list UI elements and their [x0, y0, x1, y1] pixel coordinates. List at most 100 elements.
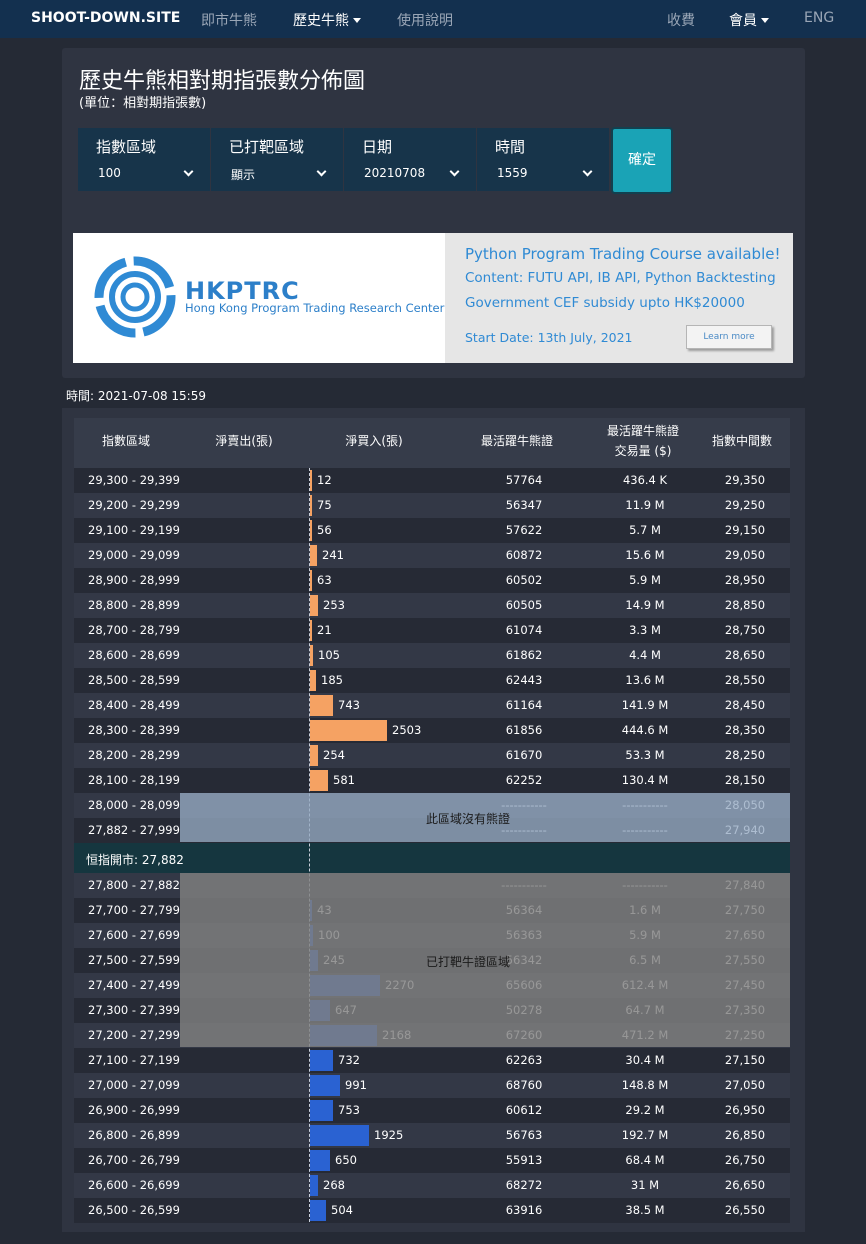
- cell-most-active: 60612: [505, 1103, 543, 1117]
- shot-zone-value: 顯示: [231, 168, 256, 182]
- cell-midpoint: 28,550: [724, 673, 766, 687]
- banner-brand-subtitle: Hong Kong Program Trading Research Cente…: [185, 301, 445, 315]
- cell-net-buy: 75: [317, 498, 332, 512]
- cell-most-active: 61164: [505, 698, 543, 712]
- cell-midpoint: 28,950: [724, 573, 766, 587]
- net-buy-bar: [310, 1175, 318, 1196]
- market-open-row: 恒指開市: 27,882: [74, 843, 790, 873]
- index-zone-select[interactable]: 指數區域 100: [78, 128, 210, 191]
- nav-link-pricing[interactable]: 收費: [667, 10, 695, 30]
- time-select[interactable]: 時間 1559: [477, 128, 609, 191]
- nav-link-realtime[interactable]: 即市牛熊: [201, 10, 257, 30]
- cell-midpoint: 26,550: [724, 1203, 766, 1217]
- cell-volume: 5.7 M: [629, 523, 661, 537]
- cell-volume: 15.6 M: [625, 548, 665, 562]
- cell-most-active: 62443: [505, 673, 543, 687]
- cell-range: 26,900 - 26,999: [88, 1103, 180, 1117]
- header-most-active: 最活躍牛熊證: [480, 434, 553, 448]
- learn-more-button[interactable]: Learn more: [686, 325, 772, 349]
- cell-volume: 5.9 M: [629, 573, 661, 587]
- cell-volume: 14.9 M: [625, 598, 665, 612]
- net-buy-bar: [310, 620, 312, 641]
- cell-midpoint: 29,250: [724, 498, 766, 512]
- cell-range: 27,800 - 27,882: [88, 878, 180, 892]
- nav-link-history[interactable]: 歷史牛熊: [293, 10, 361, 30]
- cell-most-active: 61670: [505, 748, 543, 762]
- banner-info: Python Program Trading Course available!…: [445, 233, 793, 363]
- cell-most-active: 68272: [505, 1178, 543, 1192]
- time-label: 時間: [495, 138, 526, 156]
- banner-line-2: Content: FUTU API, IB API, Python Backte…: [465, 270, 776, 286]
- cell-net-buy: 504: [331, 1203, 353, 1217]
- cell-most-active: 61074: [505, 623, 543, 637]
- cell-range: 27,000 - 27,099: [88, 1078, 180, 1092]
- table-row: 28,500 - 28,599 185 62443 13.6 M 28,550: [74, 668, 790, 693]
- cell-net-buy: 254: [323, 748, 345, 762]
- cell-volume: 53.3 M: [625, 748, 665, 762]
- cell-net-buy: 753: [338, 1103, 360, 1117]
- cell-net-buy: 253: [323, 598, 345, 612]
- table-row: 27,100 - 27,199 732 62263 30.4 M 27,150: [74, 1048, 790, 1073]
- cell-volume: 11.9 M: [625, 498, 665, 512]
- net-buy-bar: [310, 1200, 326, 1221]
- table-row: 28,800 - 28,899 253 60505 14.9 M 28,850: [74, 593, 790, 618]
- cell-range: 28,400 - 28,499: [88, 698, 180, 712]
- cell-range: 29,300 - 29,399: [88, 473, 180, 487]
- cell-most-active: 63916: [505, 1203, 543, 1217]
- date-select[interactable]: 日期 20210708: [344, 128, 476, 191]
- net-buy-bar: [310, 1150, 330, 1171]
- table-row: 26,900 - 26,999 753 60612 29.2 M 26,950: [74, 1098, 790, 1123]
- cell-volume: 13.6 M: [625, 673, 665, 687]
- table-header: 指數區域 淨賣出(張) 淨買入(張) 最活躍牛熊證 最活躍牛熊證 交易量 ($)…: [74, 418, 790, 468]
- site-brand-link[interactable]: SHOOT-DOWN.SITE: [31, 10, 180, 26]
- cell-volume: 444.6 M: [621, 723, 669, 737]
- cell-net-buy: 732: [338, 1053, 360, 1067]
- nav-link-language[interactable]: ENG: [804, 10, 834, 26]
- ad-banner[interactable]: HKPTRC Hong Kong Program Trading Researc…: [73, 233, 793, 363]
- cell-most-active: 55913: [505, 1153, 543, 1167]
- chevron-down-icon: [316, 166, 327, 177]
- cell-range: 29,100 - 29,199: [88, 523, 180, 537]
- cell-net-buy: 241: [322, 548, 344, 562]
- net-buy-bar: [310, 645, 313, 666]
- shot-zone-select[interactable]: 已打靶區域 顯示: [211, 128, 343, 191]
- cell-most-active: 60502: [505, 573, 543, 587]
- cell-midpoint: 28,350: [724, 723, 766, 737]
- net-buy-bar: [310, 495, 312, 516]
- net-buy-bar: [310, 1075, 340, 1096]
- net-buy-bar: [310, 770, 328, 791]
- confirm-button[interactable]: 確定: [611, 127, 673, 194]
- table-row: 26,600 - 26,699 268 68272 31 M 26,650: [74, 1173, 790, 1198]
- cell-midpoint: 27,050: [724, 1078, 766, 1092]
- table-row: 26,800 - 26,899 1925 56763 192.7 M 26,850: [74, 1123, 790, 1148]
- no-bear-zone-label: 此區域沒有熊證: [426, 812, 511, 826]
- cell-range: 27,882 - 27,999: [88, 823, 180, 837]
- nav-link-guide[interactable]: 使用說明: [397, 10, 453, 30]
- header-midpoint: 指數中間數: [711, 434, 772, 448]
- cell-range: 27,200 - 27,299: [88, 1028, 180, 1042]
- cell-range: 26,500 - 26,599: [88, 1203, 180, 1217]
- cell-range: 26,600 - 26,699: [88, 1178, 180, 1192]
- cell-volume: 29.2 M: [625, 1103, 665, 1117]
- cell-volume: 130.4 M: [621, 773, 669, 787]
- table-row: 28,200 - 28,299 254 61670 53.3 M 28,250: [74, 743, 790, 768]
- cell-net-buy: 185: [321, 673, 343, 687]
- cell-midpoint: 28,150: [724, 773, 766, 787]
- cell-most-active: 57764: [505, 473, 543, 487]
- no-bear-zone-overlay: 此區域沒有熊證: [180, 793, 790, 842]
- net-buy-bar: [310, 1050, 333, 1071]
- cell-volume: 31 M: [630, 1178, 660, 1192]
- net-buy-bar: [310, 720, 387, 741]
- net-buy-bar: [310, 545, 317, 566]
- chevron-down-icon: [353, 18, 361, 23]
- chevron-down-icon: [449, 166, 460, 177]
- cell-range: 28,900 - 28,999: [88, 573, 180, 587]
- cell-midpoint: 28,250: [724, 748, 766, 762]
- nav-link-member[interactable]: 會員: [729, 10, 769, 30]
- cell-most-active: 56347: [505, 498, 543, 512]
- net-buy-bar: [310, 745, 318, 766]
- table-row: 27,000 - 27,099 991 68760 148.8 M 27,050: [74, 1073, 790, 1098]
- cell-range: 27,100 - 27,199: [88, 1053, 180, 1067]
- table-row: 26,500 - 26,599 504 63916 38.5 M 26,550: [74, 1198, 790, 1223]
- cell-range: 28,800 - 28,899: [88, 598, 180, 612]
